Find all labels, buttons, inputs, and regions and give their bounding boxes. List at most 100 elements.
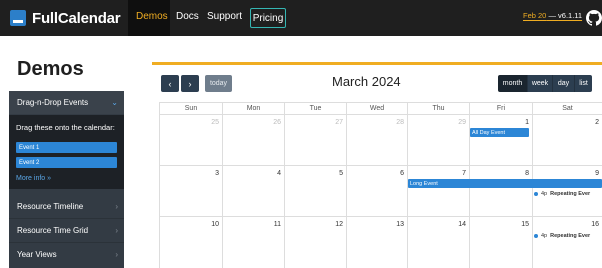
view-day-button[interactable]: day — [553, 75, 575, 92]
event-title: Repeating Ever — [550, 191, 591, 197]
day-number: 12 — [335, 221, 343, 228]
day-number: 10 — [211, 221, 219, 228]
today-button[interactable]: today — [205, 75, 232, 92]
day-cell[interactable]: 8 — [469, 165, 532, 216]
day-number: 15 — [521, 221, 529, 228]
day-cell[interactable]: 3 — [159, 165, 222, 216]
calendar-event[interactable]: All Day Event — [470, 128, 529, 137]
chevron-right-icon: › — [115, 226, 118, 235]
day-number: 5 — [339, 170, 343, 177]
day-number: 13 — [396, 221, 404, 228]
sidebar-item-year-views[interactable]: Year Views › — [9, 243, 124, 266]
version-link[interactable]: Feb 20 — v6.1.11 — [523, 11, 582, 20]
day-number: 1 — [525, 119, 529, 126]
sidebar-item-drag-n-drop[interactable]: Drag-n-Drop Events ⌄ — [9, 91, 124, 114]
sidebar-item-label: Resource Timeline — [17, 202, 84, 211]
day-cell[interactable]: 4 — [222, 165, 284, 216]
event-title: Repeating Ever — [550, 233, 591, 239]
view-switcher: month week day list — [498, 75, 592, 92]
day-cell[interactable]: 27 — [284, 114, 346, 165]
event-dot-icon — [534, 234, 538, 238]
day-cell[interactable]: 29 — [407, 114, 469, 165]
day-cell[interactable]: 15 — [469, 216, 532, 268]
weekday-header: Tue — [284, 102, 346, 114]
day-cell[interactable]: 5 — [284, 165, 346, 216]
event-time: 4p — [541, 191, 548, 197]
day-number: 11 — [273, 221, 281, 228]
github-icon[interactable] — [586, 10, 602, 26]
top-navbar: FullCalendar Demos Docs Support Pricing … — [0, 0, 602, 36]
day-cell[interactable]: 25 — [159, 114, 222, 165]
day-number: 2 — [595, 119, 599, 126]
version-date: Feb 20 — [523, 11, 547, 20]
day-number: 25 — [211, 119, 219, 126]
version-number: v6.1.11 — [558, 11, 583, 20]
sidebar-item-label: Year Views — [17, 250, 57, 259]
prev-button[interactable]: ‹ — [161, 75, 179, 92]
weekday-header: Sun — [159, 102, 222, 114]
chevron-right-icon: › — [115, 250, 118, 259]
more-info-link[interactable]: More info » — [16, 175, 51, 182]
day-number: 29 — [458, 119, 466, 126]
view-list-button[interactable]: list — [575, 75, 592, 92]
sidebar-item-resource-time-grid[interactable]: Resource Time Grid › — [9, 219, 124, 242]
day-number: 28 — [396, 119, 404, 126]
day-cell[interactable]: 2 — [532, 114, 602, 165]
day-number: 9 — [595, 170, 599, 177]
view-week-button[interactable]: week — [528, 75, 553, 92]
calendar-event[interactable]: 4p Repeating Ever — [534, 233, 590, 239]
weekday-header: Thu — [407, 102, 469, 114]
day-cell[interactable]: 6 — [346, 165, 407, 216]
day-cell[interactable]: 12 — [284, 216, 346, 268]
day-cell[interactable]: 26 — [222, 114, 284, 165]
next-button[interactable]: › — [181, 75, 199, 92]
day-cell[interactable]: 13 — [346, 216, 407, 268]
weekday-header: Sat — [532, 102, 602, 114]
event-dot-icon — [534, 192, 538, 196]
day-cell[interactable]: 10 — [159, 216, 222, 268]
day-cell[interactable]: 11 — [222, 216, 284, 268]
drag-instructions: Drag these onto the calendar: — [16, 123, 115, 132]
day-number: 27 — [335, 119, 343, 126]
page-title: Demos — [17, 58, 84, 80]
weekday-header: Wed — [346, 102, 407, 114]
version-separator: — — [546, 11, 559, 20]
sidebar-item-label: Drag-n-Drop Events — [17, 98, 89, 107]
weekday-header: Mon — [222, 102, 284, 114]
external-event[interactable]: Event 2 — [16, 157, 117, 168]
nav-support[interactable]: Support — [207, 11, 242, 22]
event-time: 4p — [541, 233, 548, 239]
external-events-panel: Drag these onto the calendar: Event 1 Ev… — [9, 115, 124, 189]
logo[interactable]: FullCalendar — [10, 9, 121, 27]
calendar-title: March 2024 — [332, 74, 401, 89]
sidebar-item-label: Resource Time Grid — [17, 226, 89, 235]
nav-demos[interactable]: Demos — [136, 11, 168, 22]
day-cell[interactable]: 28 — [346, 114, 407, 165]
day-number: 14 — [458, 221, 466, 228]
chevron-down-icon: ⌄ — [111, 98, 118, 107]
nav-docs[interactable]: Docs — [176, 11, 199, 22]
external-event[interactable]: Event 1 — [16, 142, 117, 153]
logo-text: FullCalendar — [32, 9, 121, 27]
day-number: 16 — [591, 221, 599, 228]
nav-pricing-button[interactable]: Pricing — [250, 8, 286, 28]
weekday-header: Fri — [469, 102, 532, 114]
day-number: 7 — [462, 170, 466, 177]
day-number: 26 — [273, 119, 281, 126]
day-number: 3 — [215, 170, 219, 177]
day-cell[interactable]: 7 — [407, 165, 469, 216]
day-number: 6 — [400, 170, 404, 177]
chevron-right-icon: › — [115, 202, 118, 211]
calendar-event[interactable]: Long Event — [408, 179, 602, 188]
day-cell[interactable]: 1 — [469, 114, 532, 165]
calendar-event[interactable]: 4p Repeating Ever — [534, 191, 590, 197]
view-month-button[interactable]: month — [498, 75, 528, 92]
demos-sidebar: Drag-n-Drop Events ⌄ Drag these onto the… — [9, 91, 124, 268]
month-grid: Sun Mon Tue Wed Thu Fri Sat 25 26 27 28 … — [159, 102, 602, 268]
chevron-right-icon: › — [188, 78, 192, 89]
sidebar-item-resource-timeline[interactable]: Resource Timeline › — [9, 195, 124, 218]
day-cell[interactable]: 14 — [407, 216, 469, 268]
day-number: 8 — [525, 170, 529, 177]
calendar-logo-icon — [10, 10, 26, 26]
day-cell[interactable]: 16 — [532, 216, 602, 268]
